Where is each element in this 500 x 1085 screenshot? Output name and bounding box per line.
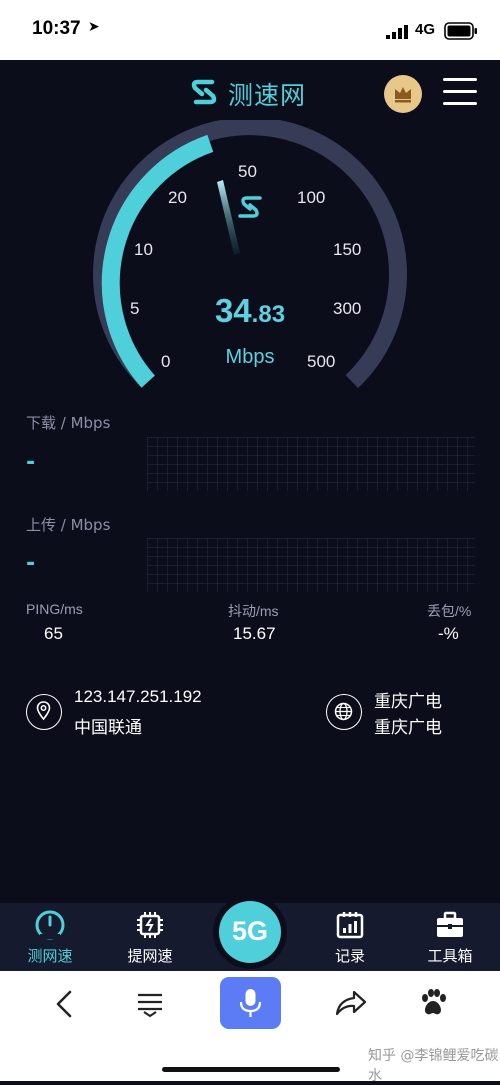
gauge-tick-label: 5 <box>130 299 140 318</box>
gauge-tick-label: 150 <box>333 240 362 259</box>
jitter-value: 15.67 <box>233 624 276 643</box>
vip-crown-button[interactable] <box>384 75 422 113</box>
download-label: 下载 / Mbps <box>26 414 111 432</box>
back-icon[interactable] <box>52 988 76 1020</box>
5g-test-button[interactable]: 5G <box>219 901 281 963</box>
nav-toolbox[interactable]: 工具箱 <box>410 903 490 971</box>
signal-icon <box>386 25 408 39</box>
packet-loss-label: 丢包/% <box>427 603 472 619</box>
gauge-tick-label: 50 <box>238 162 257 181</box>
app-title: 测速网 <box>228 81 307 110</box>
download-chart <box>147 437 475 491</box>
gauge-tick-label: 10 <box>134 240 153 259</box>
gauge-tick-label: 20 <box>168 188 187 207</box>
upload-chart <box>147 538 475 592</box>
menu-button[interactable] <box>443 78 479 106</box>
paw-icon[interactable] <box>418 988 448 1020</box>
download-value: - <box>26 450 36 475</box>
packet-loss-value: -% <box>438 624 459 643</box>
speed-unit: Mbps <box>225 346 275 368</box>
client-isp: 中国联通 <box>74 718 142 738</box>
share-icon[interactable] <box>334 988 368 1018</box>
ping-label: PING/ms <box>26 601 83 617</box>
crown-icon <box>395 87 411 103</box>
battery-icon <box>444 22 477 40</box>
gauge-needle <box>217 180 240 255</box>
jitter-label: 抖动/ms <box>228 603 279 619</box>
speed-decimal: .83 <box>251 301 286 328</box>
nav-records[interactable]: 记录 <box>310 903 390 971</box>
speedtest-logo-icon <box>191 79 217 105</box>
5g-label: 5G <box>231 916 269 946</box>
nav-speedtest[interactable]: 测网速 <box>10 903 90 971</box>
speedometer-icon <box>35 910 65 940</box>
gauge-logo-icon <box>238 196 262 218</box>
voice-search-button[interactable] <box>220 977 281 1029</box>
toolbox-icon <box>437 911 463 937</box>
chip-icon <box>137 912 163 938</box>
nav-label: 测网速 <box>27 947 73 965</box>
nav-label: 记录 <box>334 947 365 965</box>
network-type: 4G <box>415 21 436 38</box>
gauge-tick-label: 0 <box>161 352 171 371</box>
location-pin-icon <box>26 694 62 730</box>
speed-value: 34.83 <box>160 292 340 330</box>
globe-icon <box>326 694 362 730</box>
status-bar: 10:37 ➤ 4G <box>0 0 500 60</box>
upload-label: 上传 / Mbps <box>26 516 111 534</box>
location-arrow-icon: ➤ <box>88 19 100 35</box>
server-name[interactable]: 重庆广电 <box>374 687 442 712</box>
ping-value: 65 <box>44 624 63 643</box>
nav-label: 提网速 <box>127 947 173 965</box>
home-indicator <box>162 1067 340 1072</box>
calendar-chart-icon <box>336 912 364 939</box>
gauge-tick-label: 500 <box>307 352 336 371</box>
server-isp: 重庆广电 <box>374 718 442 738</box>
tabs-icon[interactable] <box>134 990 166 1018</box>
menu-icon <box>443 78 477 81</box>
upload-value: - <box>26 551 36 576</box>
nav-label: 工具箱 <box>427 947 473 965</box>
mic-icon <box>239 989 262 1017</box>
status-time: 10:37 <box>32 18 81 39</box>
client-ip: 123.147.251.192 <box>74 687 202 706</box>
nav-boost[interactable]: 提网速 <box>110 903 190 971</box>
watermark: 知乎 @李锦鲤爱吃碳水 <box>368 1048 499 1084</box>
speed-integer: 34 <box>214 292 252 329</box>
gauge-tick-label: 100 <box>297 188 326 207</box>
